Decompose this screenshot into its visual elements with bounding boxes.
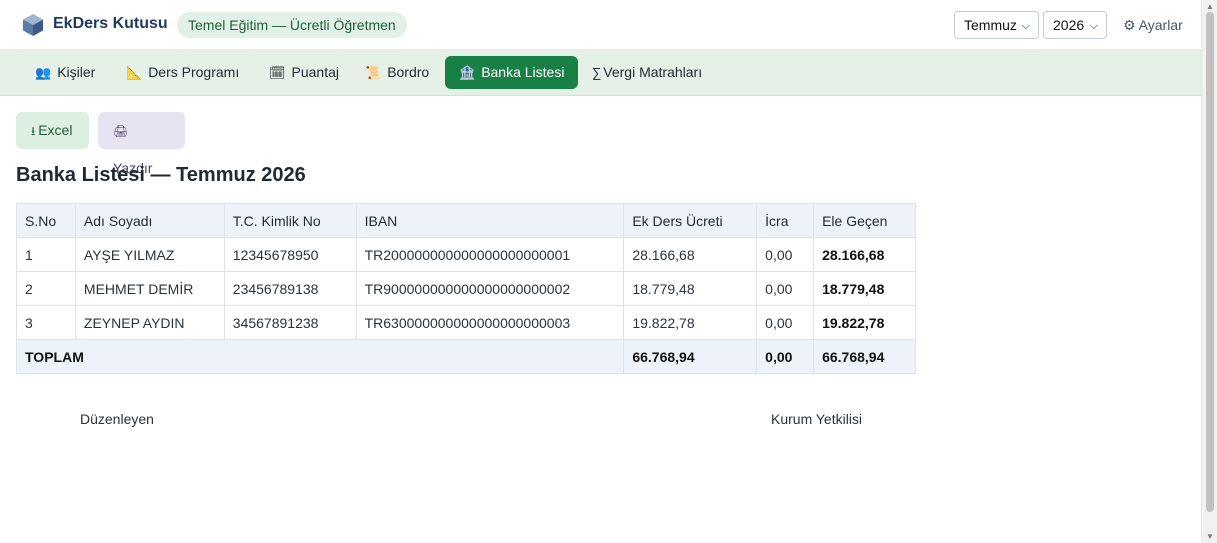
column-header: Ek Ders Ücreti bbox=[623, 203, 758, 238]
cell-sno: 2 bbox=[16, 271, 76, 306]
mode-badge: Temel Eğitim — Ücretli Öğretmen bbox=[177, 12, 407, 38]
cell-ele-gecen: 28.166,68 bbox=[813, 237, 916, 272]
page-title: Banka Listesi — Temmuz 2026 bbox=[16, 164, 306, 186]
month-select-value: Temmuz bbox=[964, 17, 1017, 33]
cell-name: MEHMET DEMİR bbox=[74, 271, 225, 306]
column-header: Adı Soyadı bbox=[74, 203, 225, 238]
cell-icra: 0,00 bbox=[756, 271, 815, 306]
cell-ele-gecen: 18.779,48 bbox=[813, 271, 916, 306]
print-button[interactable]: 🖨Yazdır bbox=[98, 112, 185, 176]
tab-label: Vergi Matrahları bbox=[603, 64, 703, 80]
table-total-row: TOPLAM 66.768,94 0,00 66.768,94 bbox=[15, 339, 916, 374]
cell-iban: TR200000000000000000000001 bbox=[355, 237, 625, 272]
scroll-up-icon[interactable]: ▲ bbox=[1206, 2, 1214, 11]
tab-ders-programi[interactable]: 📐 Ders Programı bbox=[112, 56, 253, 89]
main-nav: 👥 Kişiler 📐 Ders Programı 🗓 Puantaj 📜 Bordro… bbox=[0, 50, 1201, 96]
total-ele-gecen: 66.768,94 bbox=[813, 339, 916, 374]
column-header: T.C. Kimlik No bbox=[223, 203, 357, 238]
signature-preparer: Düzenleyen bbox=[80, 411, 154, 427]
tab-label: Banka Listesi bbox=[481, 64, 565, 80]
year-select[interactable]: 2026 ⌵ bbox=[1043, 11, 1107, 39]
tab-bordro[interactable]: 📜 Bordro bbox=[351, 56, 443, 89]
cell-icra: 0,00 bbox=[756, 305, 815, 340]
scroll-down-icon[interactable]: ▼ bbox=[1206, 532, 1214, 541]
cell-ek-ders: 19.822,78 bbox=[623, 305, 758, 340]
bank-list-table: S.No Adı Soyadı T.C. Kimlik No IBAN Ek D… bbox=[15, 203, 916, 374]
cell-name: AYŞE YILMAZ bbox=[74, 237, 225, 272]
cube-logo-icon bbox=[23, 14, 43, 36]
tab-label: Ders Programı bbox=[148, 64, 240, 80]
year-select-value: 2026 bbox=[1053, 17, 1085, 33]
calendar-icon: 🗓 bbox=[269, 65, 286, 80]
people-icon: 👥 bbox=[35, 65, 52, 80]
total-ek-ders: 66.768,94 bbox=[623, 339, 758, 374]
cell-iban: TR900000000000000000000002 bbox=[355, 271, 625, 306]
vertical-scrollbar[interactable]: ▲ ▼ bbox=[1201, 0, 1217, 543]
month-select[interactable]: Temmuz ⌵ bbox=[954, 11, 1039, 39]
table-row: 1 AYŞE YILMAZ 12345678950 TR200000000000… bbox=[16, 237, 916, 272]
top-bar: EkDers Kutusu Temel Eğitim — Ücretli Öğr… bbox=[0, 0, 1201, 50]
printer-icon: 🖨 bbox=[113, 124, 129, 138]
cell-tc: 12345678950 bbox=[223, 237, 357, 272]
table-header-row: S.No Adı Soyadı T.C. Kimlik No IBAN Ek D… bbox=[16, 203, 916, 238]
table-row: 3 ZEYNEP AYDIN 34567891238 TR63000000000… bbox=[16, 305, 916, 340]
app-title[interactable]: EkDers Kutusu bbox=[53, 15, 168, 33]
tab-banka-listesi[interactable]: 🏦 Banka Listesi bbox=[445, 56, 579, 89]
tab-label: Puantaj bbox=[291, 64, 339, 80]
settings-link[interactable]: ⚙ Ayarlar bbox=[1123, 17, 1183, 34]
signature-authority: Kurum Yetkilisi bbox=[771, 411, 863, 427]
tab-kisiler[interactable]: 👥 Kişiler bbox=[21, 56, 109, 89]
tab-vergi-matrahlari[interactable]: ∑ Vergi Matrahları bbox=[578, 56, 716, 89]
cell-iban: TR630000000000000000000003 bbox=[355, 305, 625, 340]
cell-tc: 34567891238 bbox=[223, 305, 357, 340]
chevron-down-icon: ⌵ bbox=[1089, 20, 1098, 32]
cell-icra: 0,00 bbox=[756, 237, 815, 272]
total-icra: 0,00 bbox=[756, 339, 815, 374]
tab-puantaj[interactable]: 🗓 Puantaj bbox=[255, 56, 353, 89]
cell-ele-gecen: 19.822,78 bbox=[813, 305, 916, 340]
triangle-ruler-icon: 📐 bbox=[126, 65, 143, 80]
cell-sno: 3 bbox=[16, 305, 76, 340]
cell-ek-ders: 18.779,48 bbox=[623, 271, 758, 306]
chevron-down-icon: ⌵ bbox=[1021, 20, 1030, 32]
table-row: 2 MEHMET DEMİR 23456789138 TR90000000000… bbox=[16, 271, 916, 306]
excel-button-label: Excel bbox=[38, 122, 73, 138]
column-header: IBAN bbox=[355, 203, 625, 238]
tab-label: Bordro bbox=[387, 64, 430, 80]
column-header: İcra bbox=[756, 203, 815, 238]
tab-label: Kişiler bbox=[57, 64, 96, 80]
bank-icon: 🏦 bbox=[459, 65, 476, 80]
cell-ek-ders: 28.166,68 bbox=[623, 237, 758, 272]
download-icon: ⭳ bbox=[31, 124, 36, 138]
cell-tc: 23456789138 bbox=[223, 271, 357, 306]
scroll-icon: 📜 bbox=[365, 65, 382, 80]
column-header: S.No bbox=[16, 203, 76, 238]
scrollbar-thumb[interactable] bbox=[1206, 12, 1214, 512]
sigma-icon: ∑ bbox=[592, 65, 602, 80]
column-header: Ele Geçen bbox=[813, 203, 916, 238]
total-label: TOPLAM bbox=[15, 339, 625, 374]
cell-name: ZEYNEP AYDIN bbox=[74, 305, 225, 340]
cell-sno: 1 bbox=[16, 237, 76, 272]
excel-button[interactable]: ⭳ Excel bbox=[16, 112, 89, 149]
